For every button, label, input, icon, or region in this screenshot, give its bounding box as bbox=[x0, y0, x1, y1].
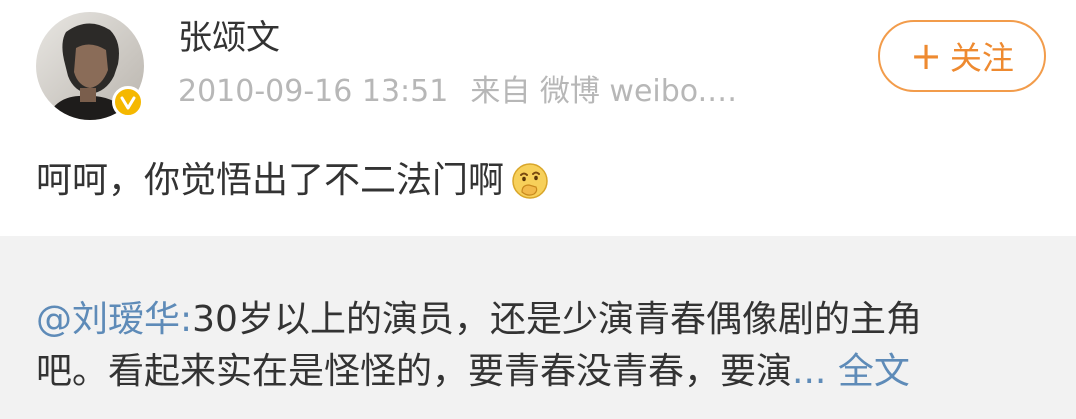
repost-line-2: 吧。看起来实在是怪怪的，要青春没青春，要演... 全文 bbox=[36, 346, 1056, 398]
repost-line-2-text: 吧。看起来实在是怪怪的，要青春没青春，要演 bbox=[36, 351, 793, 392]
repost-line-1-text: 30岁以上的演员，还是少演青春偶像剧的主角 bbox=[192, 299, 922, 340]
post-timestamp: 2010-09-16 13:51 bbox=[178, 74, 449, 109]
username[interactable]: 张颂文 bbox=[178, 16, 280, 60]
mention-link[interactable]: @刘瑷华: bbox=[36, 299, 192, 340]
plus-icon: + bbox=[910, 34, 942, 78]
post-meta: 2010-09-16 13:51 来自 微博 weibo.… bbox=[178, 72, 737, 112]
repost-card[interactable]: @刘瑷华:30岁以上的演员，还是少演青春偶像剧的主角 吧。看起来实在是怪怪的，要… bbox=[0, 236, 1076, 419]
repost-text: @刘瑷华:30岁以上的演员，还是少演青春偶像剧的主角 吧。看起来实在是怪怪的，要… bbox=[36, 294, 1056, 398]
expand-full-text-link[interactable]: 全文 bbox=[838, 351, 910, 392]
post-content: 呵呵，你觉悟出了不二法门啊 bbox=[36, 156, 550, 206]
verified-badge-icon bbox=[112, 86, 144, 118]
repost-line-1: @刘瑷华:30岁以上的演员，还是少演青春偶像剧的主角 bbox=[36, 294, 1056, 346]
follow-button-label: 关注 bbox=[949, 39, 1014, 77]
thinking-face-icon bbox=[510, 161, 550, 201]
post-header: 张颂文 2010-09-16 13:51 来自 微博 weibo.… + 关注 bbox=[0, 0, 1076, 140]
weibo-post: 张颂文 2010-09-16 13:51 来自 微博 weibo.… + 关注 呵… bbox=[0, 0, 1076, 419]
expand-ellipsis: ... bbox=[792, 351, 827, 392]
post-source: 来自 微博 weibo.… bbox=[470, 74, 738, 109]
post-text: 呵呵，你觉悟出了不二法门啊 bbox=[36, 160, 505, 201]
follow-button[interactable]: + 关注 bbox=[878, 20, 1046, 92]
